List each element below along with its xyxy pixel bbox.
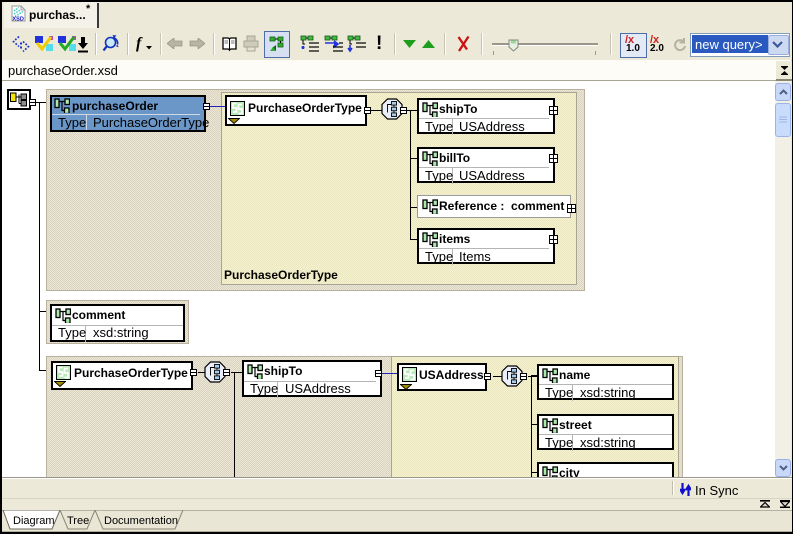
svg-text:Documentation: Documentation <box>104 515 178 527</box>
svg-text:XSD: XSD <box>12 17 24 23</box>
svg-text:Tree: Tree <box>67 515 89 527</box>
svg-text:Diagram: Diagram <box>13 515 55 527</box>
